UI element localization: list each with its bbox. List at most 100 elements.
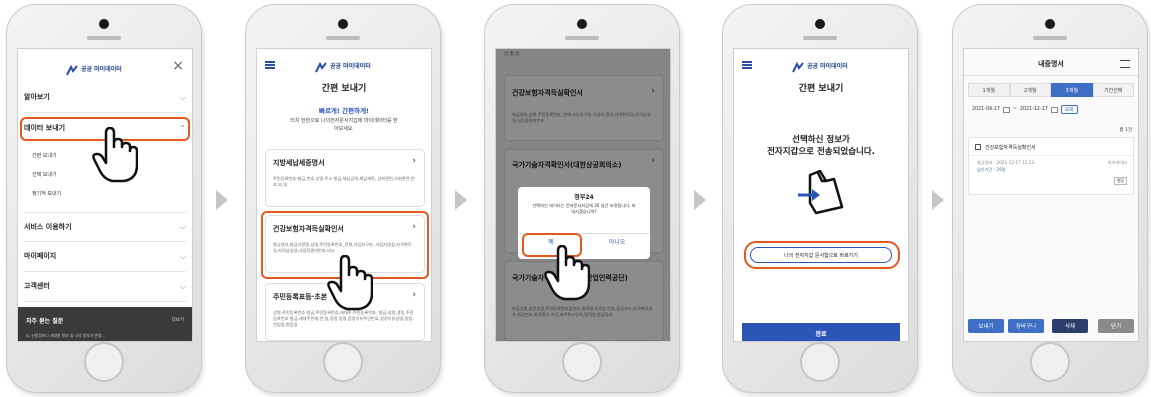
camera-dot — [99, 19, 109, 29]
tap-hand-icon — [92, 127, 138, 183]
hamburger-menu-icon[interactable] — [1120, 60, 1130, 68]
done-label: 완료 — [815, 330, 827, 338]
screen-sent-complete: 공공 마이데이터 간편 보내기 선택하신 정보가 전자지갑으로 전송되었습니다.… — [733, 48, 909, 342]
logo-text: 공공 마이데이터 — [330, 62, 371, 70]
intro-text: 터치 한번으로 나의전자문서지갑에 마이데이터를 받아보세요. — [290, 118, 398, 132]
item-divider — [969, 155, 1133, 156]
certificate-item[interactable]: 건강보험자격득실확인서 발급일자 : 2021-12-17 15:23 남은기간… — [968, 137, 1134, 195]
phone-2: 공공 마이데이터 간편 보내기 빠르게! 간편하게! 터치 한번으로 나의전자문… — [245, 4, 441, 393]
doc-source: 마이데이터 — [1107, 160, 1127, 165]
home-button — [323, 342, 363, 382]
screen-my-certificates: 내증명서 1개월 2개월 3개월 기간선택 2021-09-17 ~ 2021-… — [963, 48, 1139, 342]
screen-menu: 공공 마이데이터 × 알아보기 ⌵ 데이터 보내기 ⌃ 간편 보내기 선택 보내… — [17, 48, 193, 342]
screen-confirm-dialog: 년,월,일 건강보험자격득실확인서 › 발급일자,성명,주민등록번호_전체,가입… — [495, 48, 671, 342]
menu-label: 고객센터 — [24, 282, 50, 290]
close-button[interactable]: 닫기 — [1098, 319, 1134, 333]
result-count: 총 1건 — [1119, 128, 1132, 133]
tap-hand-icon — [327, 255, 373, 311]
faq-title: 자주 묻는 질문 — [26, 318, 64, 325]
earpiece — [87, 36, 121, 40]
search-button[interactable]: 조회 — [1060, 105, 1078, 114]
phone-5: 내증명서 1개월 2개월 3개월 기간선택 2021-09-17 ~ 2021-… — [952, 4, 1148, 393]
logo-icon — [66, 62, 78, 76]
camera-dot — [1045, 19, 1055, 29]
logo-icon — [315, 59, 327, 73]
menu-item-support[interactable]: 고객센터 ⌵ — [24, 272, 186, 302]
submenu-item-simple[interactable]: 간편 보내기 — [32, 153, 61, 159]
highlight-box — [744, 241, 900, 269]
app-logo: 공공 마이데이터 — [66, 62, 122, 76]
header-divider — [964, 75, 1138, 76]
earpiece — [803, 36, 837, 40]
hamburger-menu-icon[interactable] — [742, 61, 752, 69]
date-separator: ~ — [1012, 107, 1017, 112]
screen-simple-send: 공공 마이데이터 간편 보내기 빠르게! 간편하게! 터치 한번으로 나의전자문… — [256, 48, 432, 342]
card-title: 지방세납세증명서 — [273, 159, 325, 167]
home-button — [1030, 342, 1070, 382]
arrow-icon — [455, 190, 467, 210]
item-checkbox[interactable] — [975, 144, 981, 150]
hamburger-menu-icon[interactable] — [265, 61, 275, 69]
delete-button[interactable]: 삭제 — [1052, 319, 1088, 333]
menu-item-mypage[interactable]: 마이페이지 ⌵ — [24, 242, 186, 272]
faq-item[interactable]: Q. 신청정보나 세대원 정보 등 나의 정보가 변경... — [26, 333, 105, 339]
camera-dot — [577, 19, 587, 29]
tab-3-months[interactable]: 3개월 — [1051, 83, 1093, 97]
card-local-tax[interactable]: 지방세납세증명서 › 주민등록번호·발급,번호,성명,주소·발급,체납금액,체납… — [265, 149, 425, 207]
cart-button[interactable]: 장바구니 — [1008, 319, 1044, 333]
home-button — [84, 342, 124, 382]
camera-dot — [338, 19, 348, 29]
menu-item-service[interactable]: 서비스 이용하기 ⌵ — [24, 212, 186, 242]
logo-text: 공공 마이데이터 — [807, 62, 848, 70]
wallet-transfer-icon — [798, 169, 844, 215]
tab-2-months[interactable]: 2개월 — [1009, 83, 1051, 97]
page-title: 내증명서 — [1038, 60, 1064, 68]
chevron-right-icon: › — [412, 156, 416, 166]
menu-label: 알아보기 — [24, 93, 50, 101]
issued-date: 발급일자 : 2021-12-17 15:23 — [977, 160, 1035, 165]
date-range: 2021-09-17 ~ 2021-12-17 조회 — [972, 105, 1078, 114]
logo-icon — [792, 59, 804, 73]
doc-title: 건강보험자격득실확인서 — [985, 145, 1036, 151]
phone-3: 년,월,일 건강보험자격득실확인서 › 발급일자,성명,주민등록번호_전체,가입… — [484, 4, 680, 393]
tab-1-month[interactable]: 1개월 — [968, 83, 1010, 97]
chevron-down-icon: ⌵ — [179, 251, 186, 261]
logo-text: 공공 마이데이터 — [81, 65, 122, 73]
date-from[interactable]: 2021-09-17 — [972, 107, 1000, 112]
dialog-message: 선택하신 데이터는 전자문서지갑에 30 일간 보관됩니다. 보내시겠습니까? — [532, 203, 636, 214]
faq-panel: 자주 묻는 질문 더보기 Q. 신청정보나 세대원 정보 등 나의 정보가 변경… — [18, 307, 192, 341]
send-button[interactable]: 보내기 — [968, 319, 1004, 333]
close-icon[interactable]: × — [172, 58, 184, 74]
period-tabs: 1개월 2개월 3개월 기간선택 — [968, 83, 1134, 97]
date-to[interactable]: 2021-12-17 — [1020, 107, 1048, 112]
tap-hand-icon — [544, 245, 590, 301]
chevron-down-icon: ⌵ — [179, 92, 186, 102]
menu-item-about[interactable]: 알아보기 ⌵ — [24, 83, 186, 113]
message-line-1: 선택하신 정보가 — [792, 135, 850, 145]
dialog-no-button[interactable]: 아니오 — [584, 237, 650, 246]
message-line-2: 전자지갑으로 전송되었습니다. — [767, 147, 875, 157]
calendar-icon[interactable] — [1050, 106, 1058, 113]
home-button — [800, 342, 840, 382]
submenu-item-periodic[interactable]: 정기적 보내기 — [32, 191, 61, 197]
done-button[interactable]: 완료 — [742, 323, 900, 341]
calendar-icon[interactable] — [1002, 106, 1010, 113]
tab-custom-period[interactable]: 기간선택 — [1092, 83, 1134, 97]
headline: 빠르게! 간편하게! — [318, 107, 370, 115]
card-desc: 주민등록번호·발급,번호,성명,주소·발급,체납금액,체납세목, 상위관련,차위… — [273, 176, 415, 187]
card-desc: 성명,주민등록번호·발급,주민등록번호,세대주,주민등록번호, 발급,성명,생일… — [273, 310, 414, 327]
arrow-icon — [694, 190, 706, 210]
arrow-icon — [932, 190, 944, 210]
arrow-icon — [216, 190, 228, 210]
phone-4: 공공 마이데이터 간편 보내기 선택하신 정보가 전자지갑으로 전송되었습니다.… — [722, 4, 918, 393]
app-logo: 공공 마이데이터 — [792, 59, 848, 73]
view-button[interactable]: 열람 — [1113, 177, 1127, 185]
chevron-down-icon: ⌵ — [179, 222, 186, 231]
dialog-title: 정부24 — [574, 194, 594, 201]
page-title: 간편 보내기 — [798, 84, 844, 94]
submenu-item-select[interactable]: 선택 보내기 — [32, 172, 61, 178]
menu-label: 서비스 이용하기 — [24, 222, 72, 231]
earpiece — [326, 36, 360, 40]
faq-more-link[interactable]: 더보기 — [172, 317, 184, 323]
card-title: 주민등록표등·초본 — [273, 293, 328, 301]
